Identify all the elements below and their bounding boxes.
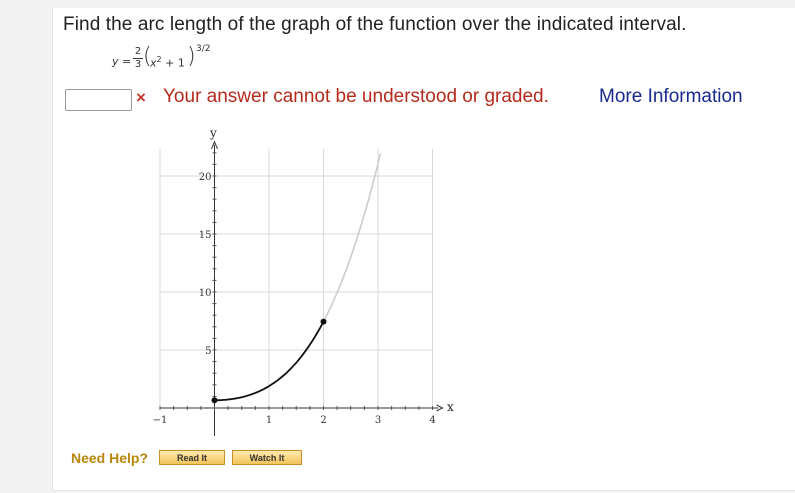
y-tick-label: 20: [199, 172, 212, 183]
graph-curves: [214, 153, 382, 402]
curve-extension: [322, 153, 382, 322]
need-help-label: Need Help?: [71, 450, 149, 466]
graph-ticks: −1 1 2 3 4 5 10 15 20: [153, 152, 436, 426]
endpoint-marker: [320, 318, 327, 325]
x-tick-label: 1: [266, 415, 272, 426]
read-it-button[interactable]: Read It: [159, 450, 225, 465]
x-tick-label: −1: [153, 415, 168, 426]
endpoint-marker: [211, 397, 218, 404]
x-axis-label: x: [447, 400, 454, 414]
y-tick-label: 15: [199, 230, 212, 241]
watch-it-button[interactable]: Watch It: [232, 450, 302, 465]
graph-grid: [159, 148, 433, 408]
y-tick-label: 5: [205, 346, 211, 357]
function-graph: −1 1 2 3 4 5 10 15 20 y x: [153, 126, 454, 436]
x-tick-label: 3: [375, 415, 381, 426]
y-tick-label: 10: [199, 288, 212, 299]
y-axis-label: y: [209, 126, 217, 140]
x-tick-label: 4: [429, 415, 435, 426]
x-tick-label: 2: [320, 415, 326, 426]
